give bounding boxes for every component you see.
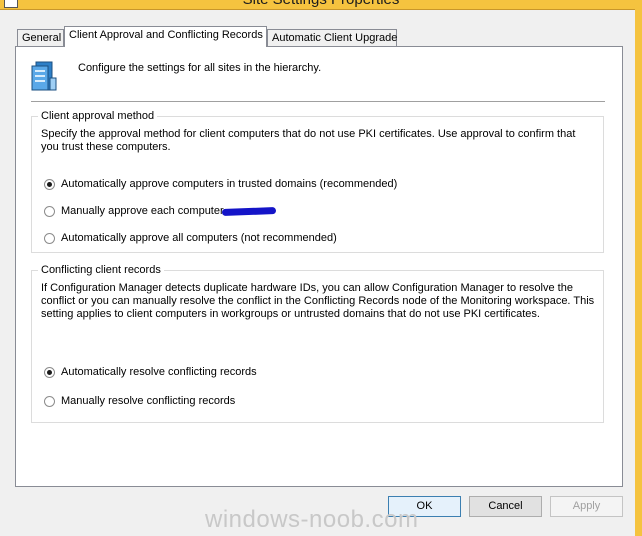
radio-approve-trusted-domains[interactable]: Automatically approve computers in trust… bbox=[44, 178, 397, 190]
apply-button[interactable]: Apply bbox=[550, 496, 623, 517]
conflict-description: If Configuration Manager detects duplica… bbox=[41, 282, 595, 320]
tab-panel: Configure the settings for all sites in … bbox=[15, 46, 623, 487]
radio-resolve-automatically[interactable]: Automatically resolve conflicting record… bbox=[44, 366, 257, 378]
tab-client-approval[interactable]: Client Approval and Conflicting Records bbox=[64, 26, 267, 47]
radio-resolve-manually[interactable]: Manually resolve conflicting records bbox=[44, 395, 235, 407]
window-border bbox=[635, 9, 642, 536]
conflicting-records-group: Conflicting client records If Configurat… bbox=[31, 264, 604, 423]
group-title: Client approval method bbox=[38, 110, 158, 122]
server-settings-icon bbox=[31, 61, 57, 91]
radio-label: Manually resolve conflicting records bbox=[61, 395, 236, 408]
divider bbox=[31, 101, 605, 102]
radio-label: Automatically approve all computers (not… bbox=[61, 232, 337, 245]
radio-label: Automatically approve computers in trust… bbox=[61, 178, 398, 191]
radio-approve-all[interactable]: Automatically approve all computers (not… bbox=[44, 232, 337, 244]
title-bar: Site Settings Properties bbox=[0, 0, 642, 10]
redaction-mark bbox=[221, 206, 276, 216]
watermark: windows-noob.com bbox=[205, 506, 419, 533]
tab-automatic-client-upgrade[interactable]: Automatic Client Upgrade bbox=[267, 29, 397, 46]
radio-approve-manually[interactable]: Manually approve each computer bbox=[44, 205, 276, 217]
cancel-button[interactable]: Cancel bbox=[469, 496, 542, 517]
tab-label: Automatic Client Upgrade bbox=[272, 32, 398, 44]
radio-button[interactable] bbox=[44, 205, 55, 217]
window-title: Site Settings Properties bbox=[0, 0, 642, 8]
radio-button[interactable] bbox=[44, 366, 55, 378]
radio-label: Automatically resolve conflicting record… bbox=[61, 366, 257, 379]
approval-method-group: Client approval method Specify the appro… bbox=[31, 110, 604, 253]
tab-label: Client Approval and Conflicting Records bbox=[69, 29, 263, 41]
group-title: Conflicting client records bbox=[38, 264, 164, 276]
info-text: Configure the settings for all sites in … bbox=[78, 62, 322, 74]
radio-button[interactable] bbox=[44, 232, 55, 244]
tab-label: General bbox=[22, 32, 62, 44]
radio-button[interactable] bbox=[44, 178, 55, 190]
approval-description: Specify the approval method for client c… bbox=[41, 128, 576, 153]
radio-button[interactable] bbox=[44, 395, 55, 407]
tab-general[interactable]: General bbox=[17, 29, 64, 46]
radio-label: Manually approve each computer bbox=[61, 205, 224, 218]
